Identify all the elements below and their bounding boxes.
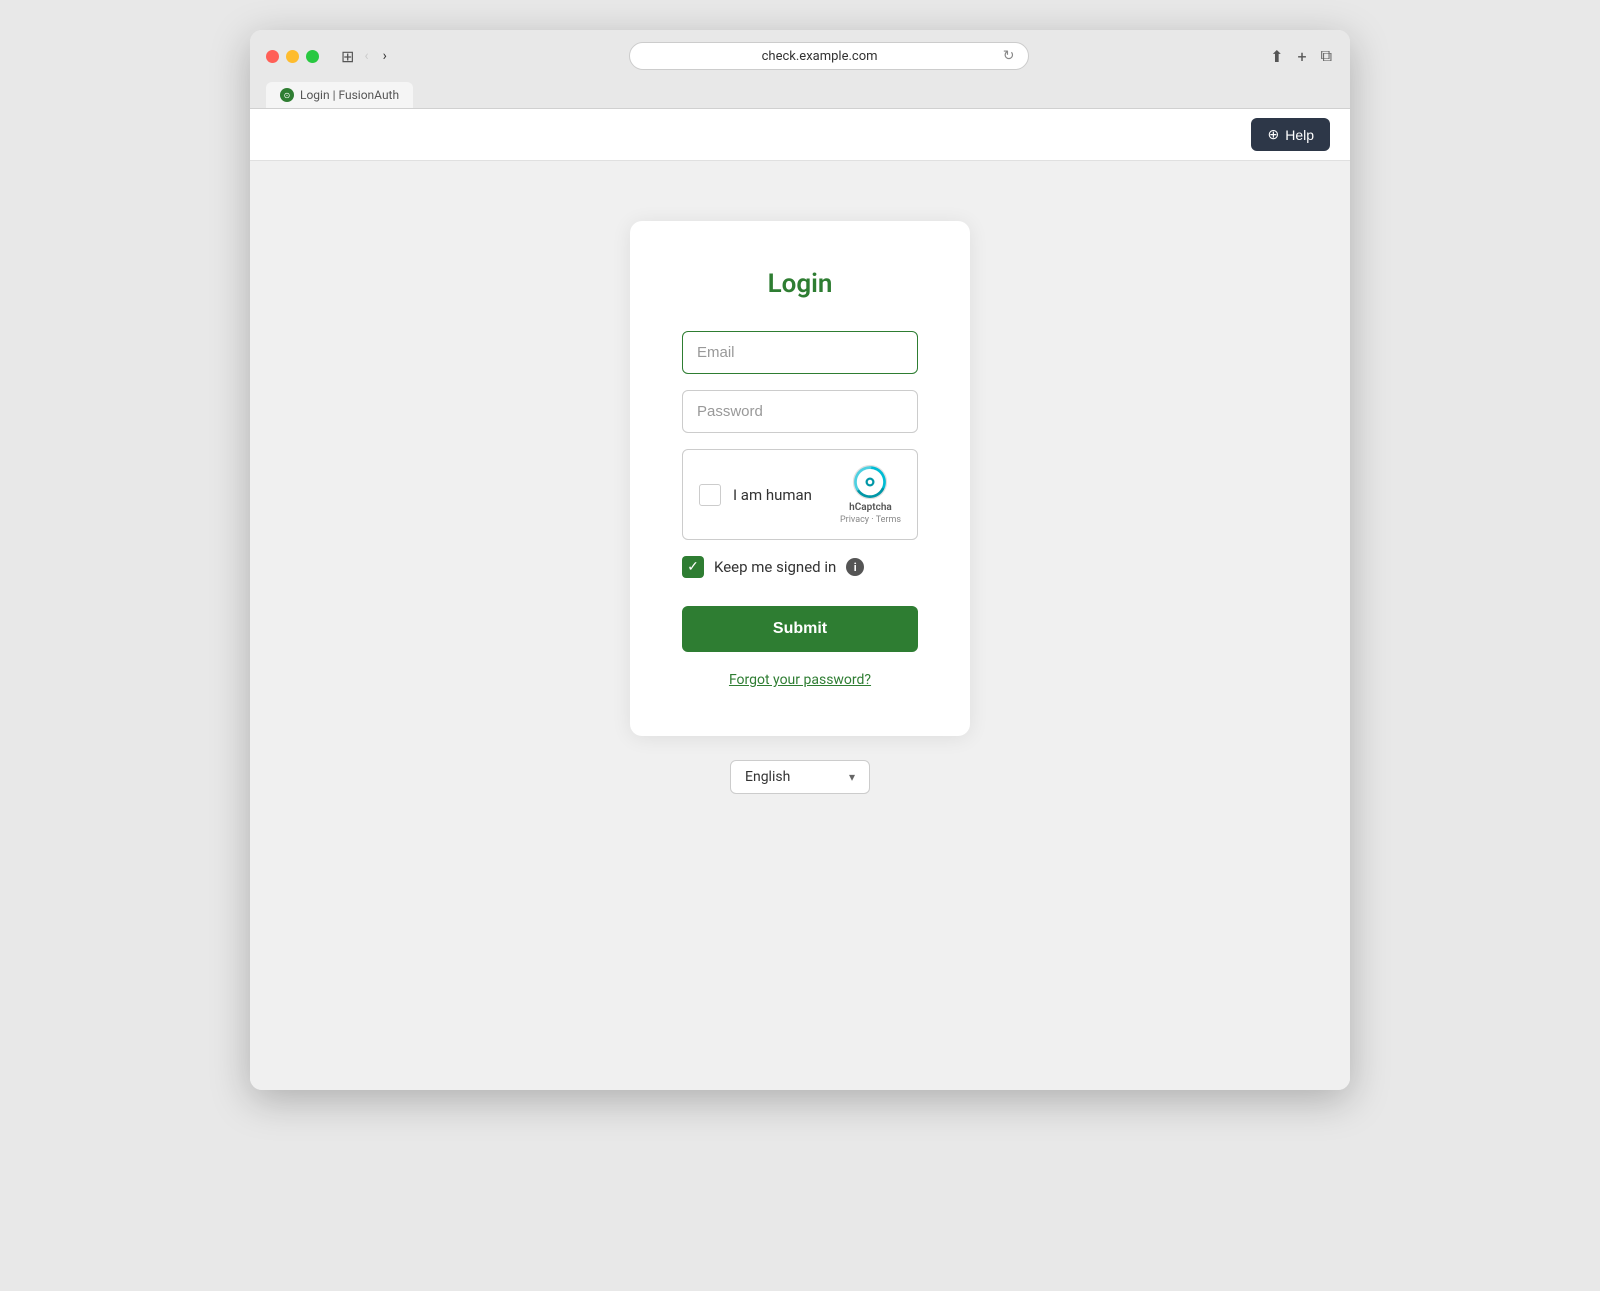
keep-signed-label: Keep me signed in [714, 558, 836, 576]
hcaptcha-logo [852, 464, 888, 500]
login-title: Login [682, 269, 918, 299]
checkmark-icon: ✓ [687, 560, 699, 574]
tab-favicon: ⊙ [280, 88, 294, 102]
tabs-overview-icon[interactable]: ⧉ [1319, 44, 1334, 68]
keep-signed-row: ✓ Keep me signed in i [682, 556, 918, 578]
captcha-brand-label: hCaptcha [849, 502, 892, 513]
main-content: Login I am human [250, 161, 1350, 1090]
info-icon[interactable]: i [846, 558, 864, 576]
new-tab-icon[interactable]: + [1295, 45, 1308, 68]
url-bar[interactable]: check.example.com ↻ [629, 42, 1029, 70]
captcha-checkbox[interactable] [699, 484, 721, 506]
password-field-group [682, 390, 918, 433]
captcha-left: I am human [699, 484, 812, 506]
back-button[interactable]: ‹ [360, 46, 372, 66]
language-selector[interactable]: English ▾ [730, 760, 870, 794]
traffic-lights [266, 50, 319, 63]
browser-actions: ⬆ + ⧉ [1268, 44, 1334, 68]
maximize-button[interactable] [306, 50, 319, 63]
reload-icon[interactable]: ↻ [1003, 48, 1015, 64]
browser-content: ⊕ Help Login I [250, 109, 1350, 1090]
tab-favicon-letter: ⊙ [284, 91, 291, 100]
keep-signed-checkbox[interactable]: ✓ [682, 556, 704, 578]
browser-tab[interactable]: ⊙ Login | FusionAuth [266, 82, 413, 108]
tab-title: Login | FusionAuth [300, 88, 399, 102]
help-button[interactable]: ⊕ Help [1251, 118, 1330, 151]
url-text: check.example.com [644, 49, 994, 64]
submit-label: Submit [773, 620, 827, 637]
app-topbar: ⊕ Help [250, 109, 1350, 161]
forgot-password-label: Forgot your password? [729, 672, 871, 688]
captcha-right: hCaptcha Privacy · Terms [840, 464, 901, 525]
language-selector-wrapper: English ▾ [730, 760, 870, 794]
forgot-password-link[interactable]: Forgot your password? [682, 672, 918, 688]
close-button[interactable] [266, 50, 279, 63]
captcha-widget[interactable]: I am human [682, 449, 918, 540]
password-input[interactable] [682, 390, 918, 433]
chevron-down-icon: ▾ [849, 770, 855, 784]
forward-button[interactable]: › [379, 46, 391, 66]
captcha-label: I am human [733, 486, 812, 504]
minimize-button[interactable] [286, 50, 299, 63]
login-card: Login I am human [630, 221, 970, 736]
email-field-group [682, 331, 918, 374]
browser-controls: ⊞ ‹ › [341, 46, 391, 66]
help-label: Help [1285, 127, 1314, 143]
email-input[interactable] [682, 331, 918, 374]
sidebar-toggle-icon[interactable]: ⊞ [341, 47, 354, 66]
submit-button[interactable]: Submit [682, 606, 918, 652]
language-selector-value: English [745, 769, 841, 785]
question-circle-icon: ⊕ [1267, 126, 1279, 143]
captcha-links[interactable]: Privacy · Terms [840, 515, 901, 525]
share-icon[interactable]: ⬆ [1268, 45, 1285, 68]
